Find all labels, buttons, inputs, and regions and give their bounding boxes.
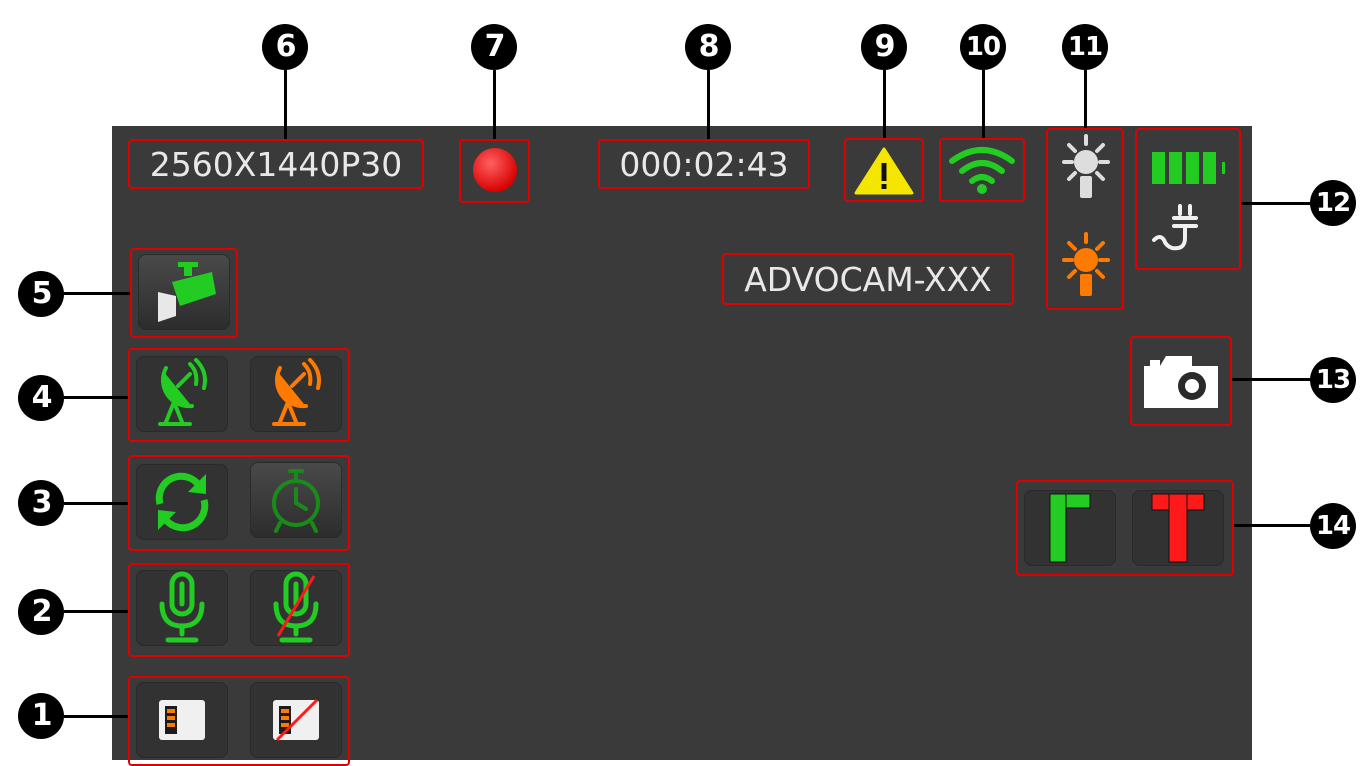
leader-line-13 (1232, 378, 1310, 381)
leader-line-10 (982, 70, 985, 140)
loop-refresh-icon (155, 472, 209, 532)
green-bracket-marker-icon (1049, 493, 1091, 563)
red-t-marker-icon (1151, 493, 1205, 563)
stopwatch-icon (272, 469, 320, 533)
callout-4: 4 (18, 375, 64, 421)
callout-12: 12 (1310, 180, 1356, 226)
gps-orange-button[interactable] (250, 356, 342, 432)
battery-full-icon (1150, 150, 1230, 186)
resolution-label: 2560X1440P30 (149, 144, 403, 184)
sd-card-disabled-icon (273, 698, 319, 742)
camera-mode-button[interactable] (138, 254, 230, 330)
microphone-icon (159, 571, 205, 643)
power-plug-icon (1150, 204, 1202, 256)
sd-card-disabled-button[interactable] (250, 682, 342, 758)
callout-1: 1 (18, 693, 64, 739)
callout-8: 8 (685, 24, 731, 70)
warning-triangle-icon (853, 146, 915, 196)
white-light-bulb-icon (1058, 134, 1114, 206)
leader-line-8 (707, 70, 710, 140)
callout-6: 6 (262, 24, 308, 70)
callout-14: 14 (1310, 503, 1356, 549)
mic-off-button[interactable] (250, 570, 342, 646)
satellite-dish-orange-icon (272, 358, 321, 426)
timer-button[interactable] (250, 462, 342, 538)
callout-5: 5 (18, 271, 64, 317)
leader-line-3 (64, 502, 130, 505)
record-dot-icon[interactable] (472, 147, 518, 193)
leader-line-4 (64, 396, 130, 399)
callout-10: 10 (960, 24, 1006, 70)
callout-7: 7 (471, 24, 517, 70)
leader-line-5 (64, 292, 130, 295)
leader-line-1 (64, 715, 130, 718)
leader-line-2 (64, 610, 130, 613)
satellite-dish-green-icon (158, 358, 207, 426)
callout-9: 9 (861, 24, 907, 70)
callout-3: 3 (18, 480, 64, 526)
sd-card-icon (159, 700, 205, 740)
orange-light-bulb-icon (1058, 232, 1114, 304)
photo-camera-icon[interactable] (1142, 352, 1220, 410)
elapsed-time-label: 000:02:43 (619, 144, 789, 184)
device-name-label: ADVOCAM-XXX (744, 259, 992, 299)
loop-record-button[interactable] (136, 464, 228, 540)
leader-line-6 (284, 70, 287, 140)
callout-11: 11 (1062, 24, 1108, 70)
microphone-muted-icon (273, 571, 319, 643)
callout-2: 2 (18, 589, 64, 635)
marker-green-button[interactable] (1024, 490, 1116, 566)
gps-green-button[interactable] (136, 356, 228, 432)
leader-line-12 (1240, 202, 1310, 205)
wifi-icon (946, 143, 1018, 197)
leader-line-14 (1234, 524, 1310, 527)
callout-13: 13 (1310, 357, 1356, 403)
leader-line-11 (1084, 70, 1087, 130)
leader-line-9 (883, 70, 886, 140)
mic-on-button[interactable] (136, 570, 228, 646)
leader-line-7 (493, 70, 496, 140)
security-camera-icon (158, 262, 216, 322)
sd-card-button[interactable] (136, 682, 228, 758)
marker-red-button[interactable] (1132, 490, 1224, 566)
